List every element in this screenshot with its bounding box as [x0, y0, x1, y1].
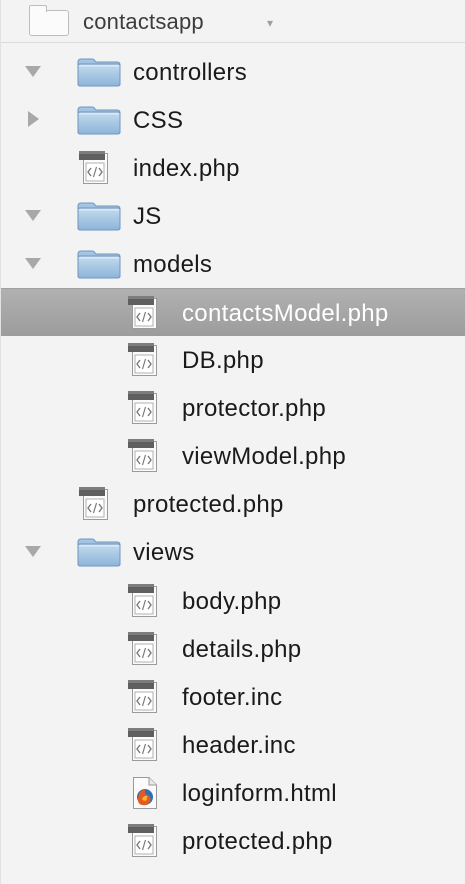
- tree-item-label: body.php: [182, 588, 282, 615]
- disclosure-collapsed-icon[interactable]: [23, 109, 43, 129]
- project-folder-icon: [29, 5, 69, 36]
- disclosure-expanded-icon[interactable]: [23, 61, 43, 81]
- tree-item-label: protected.php: [133, 491, 284, 518]
- tree-item-label: models: [133, 251, 213, 278]
- tree-item-label: contactsModel.php: [182, 300, 389, 327]
- project-header[interactable]: contactsapp ▾: [1, 0, 465, 44]
- folder-icon: [77, 201, 121, 231]
- folder-icon: [77, 105, 121, 135]
- php-file-icon: [126, 823, 160, 859]
- folder-icon: [77, 249, 121, 279]
- tree-item-label: viewModel.php: [182, 443, 346, 470]
- folder-icon: [77, 537, 121, 567]
- tree-item-label: views: [133, 539, 195, 566]
- disclosure-expanded-icon[interactable]: [23, 541, 43, 561]
- tree-item-label: footer.inc: [182, 684, 283, 711]
- php-file-icon: [126, 631, 160, 667]
- project-navigator: contactsapp ▾ controllers CSS index.php …: [0, 0, 465, 884]
- tree-item-details-php[interactable]: details.php: [1, 625, 465, 673]
- tree-item-protected-php[interactable]: protected.php: [1, 480, 465, 528]
- tree-item-label: DB.php: [182, 347, 264, 374]
- folder-icon: [77, 57, 121, 87]
- tree-item-label: protected.php: [182, 828, 333, 855]
- tree-item-views-protected-php[interactable]: protected.php: [1, 817, 465, 865]
- tree-item-js[interactable]: JS: [1, 192, 465, 240]
- tree-item-header-inc[interactable]: header.inc: [1, 721, 465, 769]
- tree-item-footer-inc[interactable]: footer.inc: [1, 673, 465, 721]
- tree-item-label: CSS: [133, 107, 184, 134]
- tree-item-label: header.inc: [182, 732, 296, 759]
- tree-item-label: details.php: [182, 636, 302, 663]
- php-file-icon: [126, 390, 160, 426]
- html-file-icon: [126, 775, 160, 811]
- tree-item-label: protector.php: [182, 395, 326, 422]
- tree-item-views[interactable]: views: [1, 528, 465, 576]
- php-file-icon: [77, 150, 111, 186]
- divider: [1, 42, 465, 43]
- tree-item-css[interactable]: CSS: [1, 96, 465, 144]
- tree-item-contactsmodel-php[interactable]: contactsModel.php: [1, 288, 465, 336]
- tree-item-db-php[interactable]: DB.php: [1, 336, 465, 384]
- tree-item-protector-php[interactable]: protector.php: [1, 384, 465, 432]
- tree-item-viewmodel-php[interactable]: viewModel.php: [1, 432, 465, 480]
- tree-item-label: loginform.html: [182, 780, 337, 807]
- tree-item-models[interactable]: models: [1, 240, 465, 288]
- tree-item-body-php[interactable]: body.php: [1, 577, 465, 625]
- tree-item-controllers[interactable]: controllers: [1, 48, 465, 96]
- php-file-icon: [126, 679, 160, 715]
- project-name: contactsapp: [83, 9, 204, 34]
- php-file-icon: [126, 727, 160, 763]
- php-file-icon: [77, 486, 111, 522]
- tree-item-label: index.php: [133, 155, 240, 182]
- php-file-icon: [126, 342, 160, 378]
- chevron-down-icon[interactable]: ▾: [267, 16, 273, 30]
- disclosure-expanded-icon[interactable]: [23, 253, 43, 273]
- tree-item-loginform-html[interactable]: loginform.html: [1, 769, 465, 817]
- php-file-icon: [126, 438, 160, 474]
- tree-item-label: JS: [133, 203, 162, 230]
- tree-item-index-php[interactable]: index.php: [1, 144, 465, 192]
- php-file-icon: [126, 295, 160, 331]
- tree-item-label: controllers: [133, 59, 248, 86]
- disclosure-expanded-icon[interactable]: [23, 205, 43, 225]
- php-file-icon: [126, 583, 160, 619]
